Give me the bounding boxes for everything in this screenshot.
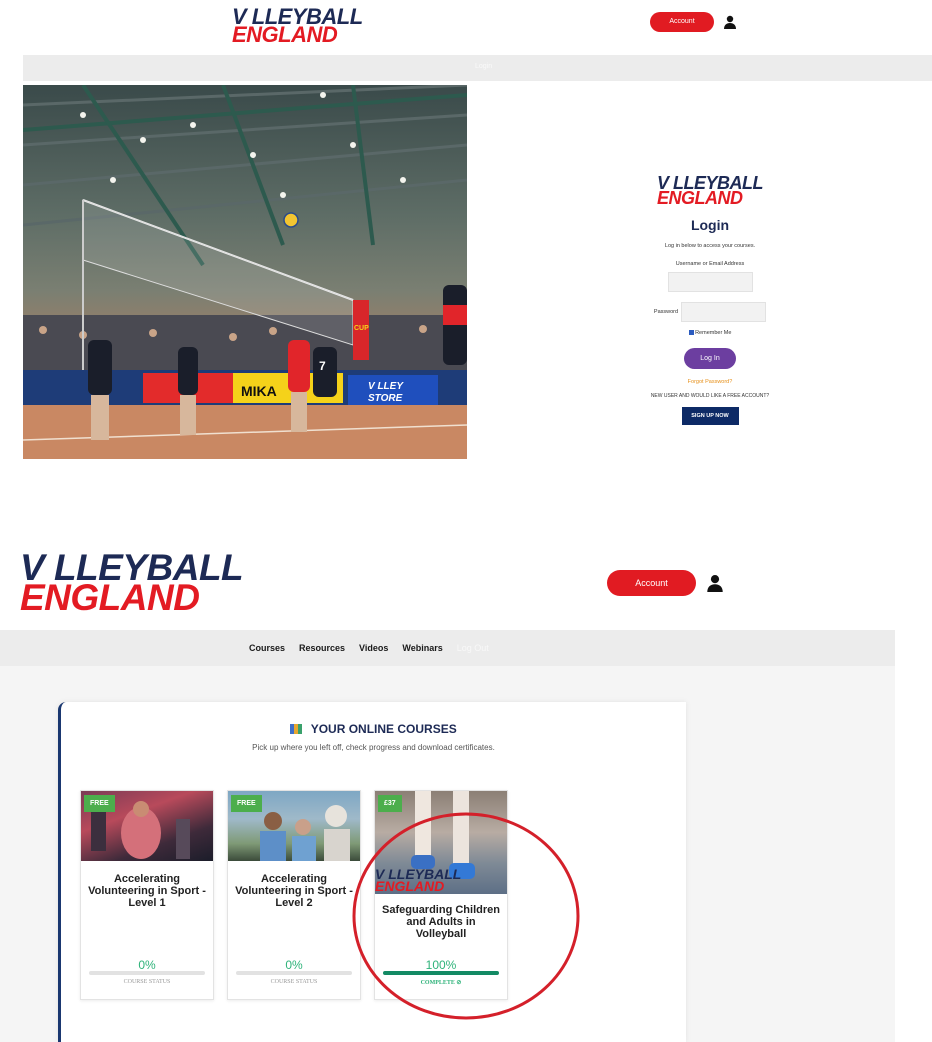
password-field[interactable]: [681, 301, 767, 322]
ad-store: STORE: [368, 393, 403, 404]
main-nav: Courses Resources Videos Webinars Log Ou…: [249, 643, 489, 653]
nav-videos[interactable]: Videos: [359, 643, 388, 653]
progress-bar: [89, 971, 205, 975]
photo-illustration: MIKA V LLEY STORE CUP 7: [23, 85, 467, 459]
courses-heading: YOUR ONLINE COURSES: [310, 722, 457, 736]
username-field[interactable]: [667, 271, 753, 292]
top-nav-bar: Login: [23, 55, 932, 81]
top-account-button[interactable]: Account: [650, 12, 714, 32]
top-logo[interactable]: V LLEYBALL ENGLAND: [232, 5, 363, 45]
password-label: Password: [653, 308, 679, 315]
cup-sign: CUP: [354, 325, 369, 332]
signup-button[interactable]: SIGN UP NOW: [681, 406, 739, 425]
progress-bar: [236, 971, 352, 975]
new-user-text: NEW USER AND WOULD LIKE A FREE ACCOUNT?: [650, 392, 770, 399]
volleyball-photo: MIKA V LLEY STORE CUP 7: [23, 85, 467, 459]
annotation-circle: [352, 812, 580, 1020]
remember-label: Remember Me: [695, 329, 732, 336]
nav-logout-faint[interactable]: Log Out: [457, 643, 489, 653]
course-thumbnail: FREE: [81, 791, 213, 861]
user-icon[interactable]: [724, 15, 736, 29]
bottom-logo[interactable]: V LLEYBALL ENGLAND: [20, 549, 244, 617]
course-percent: 0%: [285, 958, 303, 972]
bottom-nav-bar: Courses Resources Videos Webinars Log Ou…: [0, 630, 895, 666]
ad-volley: V LLEY: [368, 381, 404, 392]
nav-resources[interactable]: Resources: [299, 643, 345, 653]
remember-checkbox[interactable]: [688, 329, 694, 335]
course-thumbnail: FREE: [228, 791, 360, 861]
course-card[interactable]: FREE Accelerating Volunteering in Sport …: [227, 790, 361, 1000]
course-card[interactable]: FREE Accelerating Volunteering in Sport …: [80, 790, 214, 1000]
course-title[interactable]: Accelerating Volunteering in Sport - Lev…: [81, 873, 213, 909]
nav-courses[interactable]: Courses: [249, 643, 285, 653]
price-tag: FREE: [84, 795, 115, 812]
bottom-account-button[interactable]: Account: [607, 570, 696, 596]
login-logo: V LLEYBALL ENGLAND: [657, 174, 764, 206]
books-icon: [290, 724, 303, 734]
course-title[interactable]: Accelerating Volunteering in Sport - Lev…: [228, 873, 360, 909]
courses-subheading: Pick up where you left off, check progre…: [252, 743, 495, 752]
course-status: COURSE STATUS: [270, 979, 318, 985]
login-intro: Log in below to access your courses.: [664, 242, 756, 249]
course-status: COURSE STATUS: [123, 979, 171, 985]
login-heading: Login: [690, 216, 730, 233]
login-panel: V LLEYBALL ENGLAND Login Log in below to…: [620, 174, 800, 425]
price-tag: FREE: [231, 795, 262, 812]
nav-login-faint[interactable]: Login: [475, 63, 492, 70]
forgot-password-link[interactable]: Forgot Password?: [620, 379, 800, 385]
username-label: Username or Email Address: [675, 260, 745, 267]
player-number: 7: [319, 359, 326, 373]
ad-mikasa: MIKA: [241, 383, 277, 399]
user-icon[interactable]: [707, 574, 723, 592]
nav-webinars[interactable]: Webinars: [402, 643, 442, 653]
course-percent: 0%: [138, 958, 156, 972]
login-button[interactable]: Log In: [684, 347, 736, 369]
